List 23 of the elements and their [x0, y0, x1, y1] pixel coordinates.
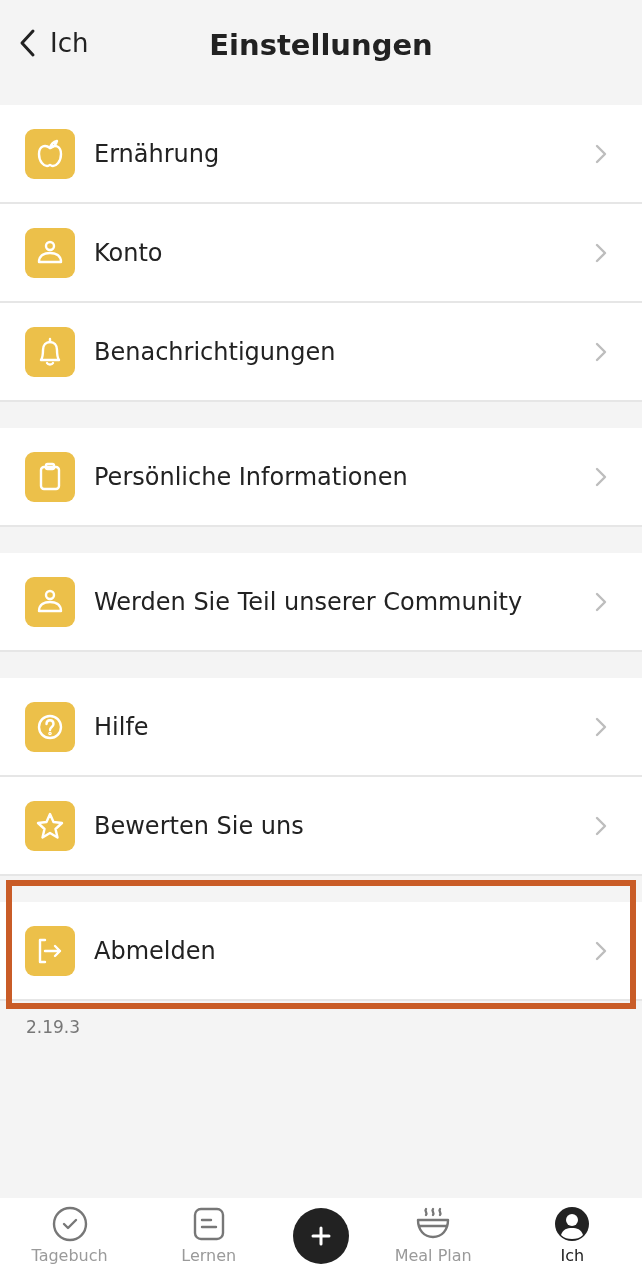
person-icon	[25, 576, 75, 627]
back-icon	[18, 28, 36, 58]
logout-icon	[25, 925, 75, 976]
question-icon	[25, 701, 75, 752]
check-circle-icon	[51, 1206, 88, 1242]
version-label: 2.19.3	[26, 1017, 82, 1037]
tab-item[interactable]: Ich	[517, 1206, 628, 1265]
chevron-icon	[594, 142, 608, 165]
chevron-icon	[594, 590, 608, 613]
chevron-icon	[594, 715, 608, 738]
back-button[interactable]: Ich	[18, 28, 89, 58]
chevron-icon	[594, 241, 608, 264]
clipboard-icon	[25, 451, 75, 502]
chevron-icon	[594, 340, 608, 363]
settings-row[interactable]: Abmelden	[0, 902, 642, 1001]
person-icon	[554, 1206, 591, 1242]
person-icon	[25, 227, 75, 278]
bell-icon	[25, 326, 75, 377]
chevron-icon	[594, 814, 608, 837]
chevron-icon	[594, 939, 608, 962]
apple-icon	[25, 128, 75, 179]
page-title: Einstellungen	[209, 28, 433, 62]
chevron-icon	[594, 465, 608, 488]
